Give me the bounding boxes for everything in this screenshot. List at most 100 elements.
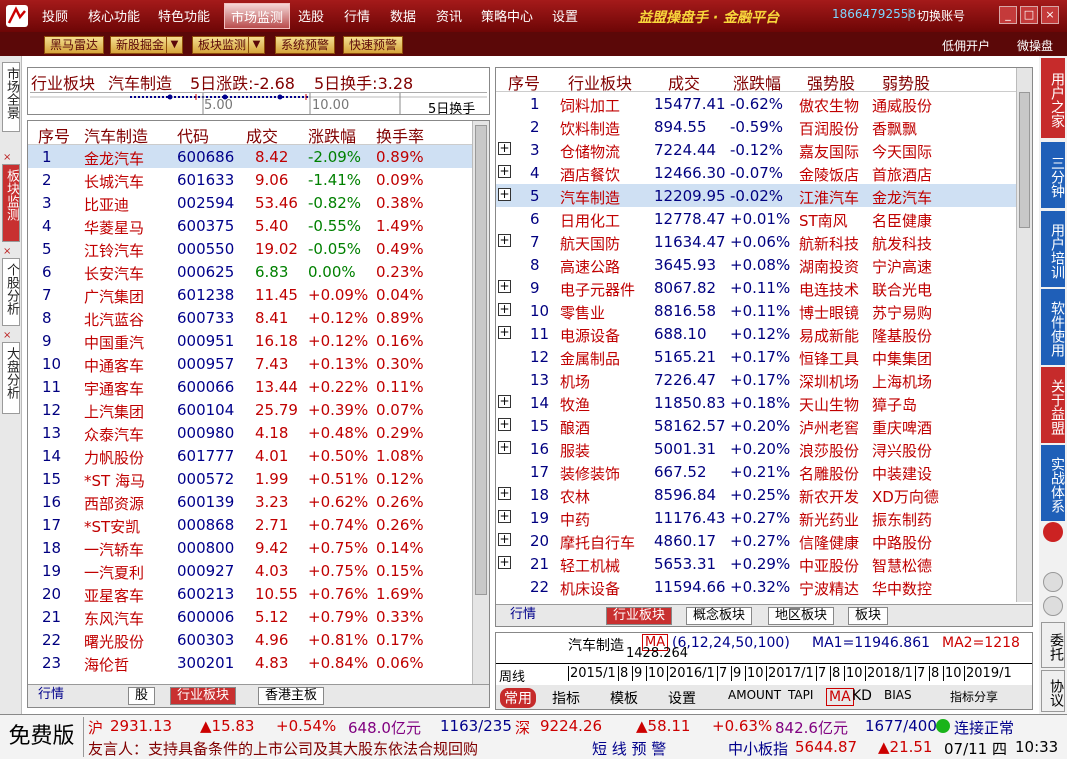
col-header-index[interactable]: 序号	[38, 123, 70, 147]
ipo-mining-button[interactable]: 新股掘金 ▼	[110, 36, 184, 54]
low-commission-link[interactable]: 低佣开户	[942, 37, 990, 54]
col-header-volume[interactable]: 成交	[246, 123, 278, 147]
table-row[interactable]: 23 海伦哲 300201 4.83 +0.84% 0.06%	[28, 651, 472, 674]
col-header-change[interactable]: 涨跌幅	[308, 123, 356, 147]
megaphone-icon[interactable]	[1043, 522, 1063, 542]
col-header-weak-stock[interactable]: 弱势股	[882, 70, 930, 94]
expand-icon[interactable]: +	[498, 510, 511, 523]
tab-region-sector[interactable]: 地区板块	[768, 607, 835, 625]
table-row[interactable]: +10 零售业 8816.58 +0.11% 博士眼镜 苏宁易购	[496, 299, 1016, 322]
tab-quotes[interactable]: 行情	[504, 607, 543, 625]
expand-icon[interactable]: +	[498, 441, 511, 454]
table-row[interactable]: 2 长城汽车 601633 9.06 -1.41% 0.09%	[28, 168, 472, 191]
table-row[interactable]: +20 摩托自行车 4860.17 +0.27% 信隆健康 中路股份	[496, 529, 1016, 552]
app-logo-icon[interactable]	[6, 5, 28, 27]
news-ticker[interactable]: 友言人：支持具备条件的上市公司及其大股东依法合规回购	[88, 738, 558, 758]
expand-icon[interactable]: +	[498, 556, 511, 569]
table-row[interactable]: 12 上汽集团 600104 25.79 +0.39% 0.07%	[28, 398, 472, 421]
table-row[interactable]: 22 曙光股份 600303 4.96 +0.81% 0.17%	[28, 628, 472, 651]
table-row[interactable]: 11 宇通客车 600066 13.44 +0.22% 0.11%	[28, 375, 472, 398]
menu-special-features[interactable]: 特色功能	[158, 6, 210, 25]
table-row[interactable]: 2 饮料制造 894.55 -0.59% 百润股份 香飘飘	[496, 115, 1016, 138]
about-yimeng-link[interactable]: 关于益盟	[1041, 367, 1065, 443]
menu-market-monitor[interactable]: 市场监测	[224, 3, 291, 29]
stock-table-scrollbar[interactable]	[472, 121, 489, 684]
chevron-down-icon[interactable]: ▼	[166, 36, 182, 54]
expand-icon[interactable]: +	[498, 418, 511, 431]
table-row[interactable]: +19 中药 11176.43 +0.27% 新光药业 振东制药	[496, 506, 1016, 529]
chart-tool-5[interactable]: TAPI	[788, 688, 813, 702]
close-icon[interactable]: ×	[3, 246, 11, 257]
expand-icon[interactable]: +	[498, 188, 511, 201]
table-row[interactable]: 9 中国重汽 000951 16.18 +0.12% 0.16%	[28, 329, 472, 352]
tab-hk-main-board[interactable]: 香港主板	[258, 687, 325, 705]
table-row[interactable]: 7 广汽集团 601238 11.45 +0.09% 0.04%	[28, 283, 472, 306]
expand-icon[interactable]: +	[498, 487, 511, 500]
expand-icon[interactable]: +	[498, 303, 511, 316]
dark-horse-radar-button[interactable]: 黑马雷达	[44, 36, 105, 54]
tab-industry-sector[interactable]: 行业板块	[170, 687, 237, 705]
chart-tool-3[interactable]: 设置	[668, 688, 696, 708]
tab-sector-more[interactable]: 板块	[848, 607, 889, 625]
table-row[interactable]: 22 机床设备 11594.66 +0.32% 宁波精达 华中数控	[496, 575, 1016, 598]
col-header-index[interactable]: 序号	[508, 70, 540, 94]
table-row[interactable]: +16 服装 5001.31 +0.20% 浪莎股份 浔兴股份	[496, 437, 1016, 460]
tab-industry-sector[interactable]: 行业板块	[606, 607, 673, 625]
agreement-link[interactable]: 协议	[1041, 670, 1065, 712]
tab-concept-sector[interactable]: 概念板块	[686, 607, 753, 625]
software-usage-link[interactable]: 软件使用	[1041, 289, 1065, 365]
chart-tool-6[interactable]: MA	[826, 688, 854, 706]
maximize-icon[interactable]: □	[1020, 6, 1038, 24]
menu-stock-picking[interactable]: 选股	[298, 6, 324, 25]
table-row[interactable]: 1 金龙汽车 600686 8.42 -2.09% 0.89%	[28, 145, 472, 168]
smile-icon[interactable]	[1043, 596, 1063, 616]
table-row[interactable]: 6 日用化工 12778.47 +0.01% ST南风 名臣健康	[496, 207, 1016, 230]
expand-icon[interactable]: +	[498, 326, 511, 339]
chevron-down-icon[interactable]: ▼	[248, 36, 264, 54]
menu-quotes[interactable]: 行情	[344, 6, 370, 25]
menu-core-features[interactable]: 核心功能	[88, 6, 140, 25]
menu-data[interactable]: 数据	[390, 6, 416, 25]
table-row[interactable]: 8 高速公路 3645.93 +0.08% 湖南投资 宁沪高速	[496, 253, 1016, 276]
table-row[interactable]: 17 装修装饰 667.52 +0.21% 名雕股份 中装建设	[496, 460, 1016, 483]
table-row[interactable]: +15 酿酒 58162.57 +0.20% 泸州老窖 重庆啤酒	[496, 414, 1016, 437]
table-row[interactable]: 13 机场 7226.47 +0.17% 深圳机场 上海机场	[496, 368, 1016, 391]
table-row[interactable]: 17 *ST安凯 000868 2.71 +0.74% 0.26%	[28, 513, 472, 536]
tab-stocks[interactable]: 股	[128, 687, 156, 705]
col-header-sector[interactable]: 行业板块	[568, 70, 632, 94]
system-alert-button[interactable]: 系统预警	[275, 36, 336, 54]
switch-account-link[interactable]: 切换账号	[917, 7, 965, 24]
sector-table-scrollbar[interactable]	[1016, 68, 1032, 602]
table-row[interactable]: 19 一汽夏利 000927 4.03 +0.75% 0.15%	[28, 559, 472, 582]
expand-icon[interactable]: +	[498, 395, 511, 408]
three-minutes-link[interactable]: 三分钟	[1041, 142, 1065, 208]
expand-icon[interactable]: +	[498, 533, 511, 546]
table-row[interactable]: 20 亚星客车 600213 10.55 +0.76% 1.69%	[28, 582, 472, 605]
tab-sector-monitor[interactable]: 板块监测	[2, 164, 20, 242]
table-row[interactable]: 6 长安汽车 000625 6.83 0.00% 0.23%	[28, 260, 472, 283]
chart-tool-1[interactable]: 指标	[552, 688, 580, 708]
expand-icon[interactable]: +	[498, 165, 511, 178]
expand-icon[interactable]: +	[498, 142, 511, 155]
quick-alert-button[interactable]: 快速预警	[343, 36, 404, 54]
chart-tool-9[interactable]: 指标分享	[950, 688, 998, 705]
col-header-turnover[interactable]: 换手率	[376, 123, 424, 147]
chart-tool-2[interactable]: 模板	[610, 688, 638, 708]
short-term-alert[interactable]: 短 线 预 警	[592, 738, 666, 759]
tab-quotes[interactable]: 行情	[32, 687, 71, 705]
chat-icon[interactable]	[1043, 572, 1063, 592]
micro-trade-link[interactable]: 微操盘	[1017, 37, 1053, 54]
menu-news[interactable]: 资讯	[436, 6, 462, 25]
menu-strategy-center[interactable]: 策略中心	[481, 6, 533, 25]
sector-monitor-button[interactable]: 板块监测 ▼	[192, 36, 266, 54]
table-row[interactable]: +4 酒店餐饮 12466.30 -0.07% 金陵饭店 首旅酒店	[496, 161, 1016, 184]
combat-system-link[interactable]: 实战体系	[1041, 445, 1065, 521]
table-row[interactable]: 8 北汽蓝谷 600733 8.41 +0.12% 0.89%	[28, 306, 472, 329]
col-header-code[interactable]: 代码	[177, 123, 209, 147]
minimize-icon[interactable]: _	[999, 6, 1017, 24]
table-row[interactable]: 1 饲料加工 15477.41 -0.62% 傲农生物 通威股份	[496, 92, 1016, 115]
close-icon[interactable]: ×	[3, 152, 11, 163]
chart-tool-8[interactable]: BIAS	[884, 688, 912, 702]
table-row[interactable]: 18 一汽轿车 000800 9.42 +0.75% 0.14%	[28, 536, 472, 559]
table-row[interactable]: +3 仓储物流 7224.44 -0.12% 嘉友国际 今天国际	[496, 138, 1016, 161]
